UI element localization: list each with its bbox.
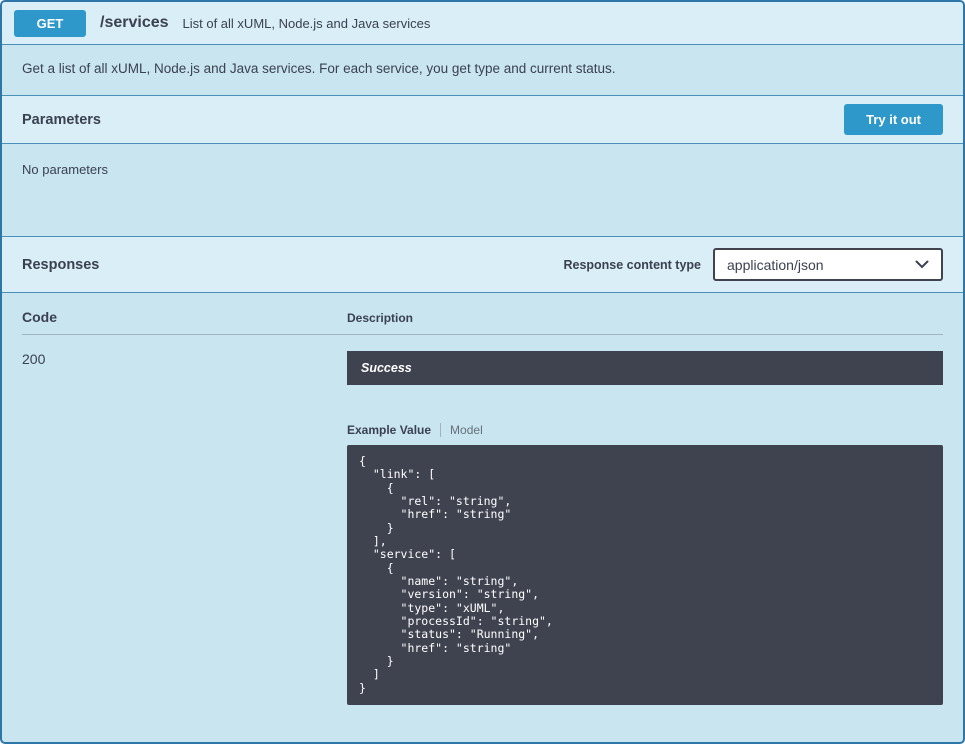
endpoint-description: Get a list of all xUML, Node.js and Java…: [2, 45, 963, 96]
tab-separator: [440, 423, 441, 437]
no-parameters-text: No parameters: [22, 162, 108, 177]
parameters-title: Parameters: [22, 112, 101, 128]
swagger-operation-panel: GET /services List of all xUML, Node.js …: [0, 0, 965, 744]
endpoint-summary: List of all xUML, Node.js and Java servi…: [183, 16, 431, 31]
tab-example-value[interactable]: Example Value: [347, 423, 431, 437]
example-json-code: { "link": [ { "rel": "string", "href": "…: [347, 445, 943, 705]
response-code: 200: [22, 351, 347, 705]
description-column-header: Description: [347, 311, 413, 325]
response-content-type-group: Response content type application/json: [563, 248, 943, 281]
endpoint-path: /services: [100, 14, 169, 32]
responses-table-header: Code Description: [22, 309, 943, 335]
response-content-type-label: Response content type: [563, 258, 701, 272]
responses-section-header: Responses Response content type applicat…: [2, 237, 963, 293]
code-column-header: Code: [22, 309, 347, 325]
response-row-200: 200 Success Example Value Model { "link"…: [22, 335, 943, 705]
responses-body: Code Description 200 Success Example Val…: [2, 293, 963, 721]
get-method-badge: GET: [14, 10, 86, 37]
content-type-selected-value: application/json: [727, 257, 824, 273]
parameters-section-header: Parameters Try it out: [2, 96, 963, 144]
response-detail: Success Example Value Model { "link": [ …: [347, 351, 943, 705]
operation-header[interactable]: GET /services List of all xUML, Node.js …: [2, 2, 963, 45]
response-status-text: Success: [361, 361, 412, 375]
responses-title: Responses: [22, 257, 99, 273]
try-it-out-button[interactable]: Try it out: [844, 104, 943, 135]
chevron-down-icon: [915, 260, 929, 269]
example-model-tabs: Example Value Model: [347, 423, 943, 437]
parameters-body: No parameters: [2, 144, 963, 237]
response-content-type-select[interactable]: application/json: [713, 248, 943, 281]
response-status-bar: Success: [347, 351, 943, 385]
tab-model[interactable]: Model: [450, 423, 483, 437]
